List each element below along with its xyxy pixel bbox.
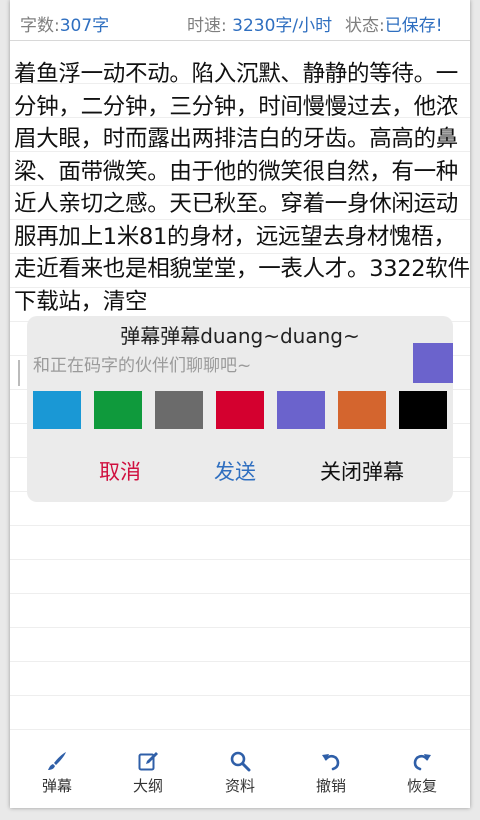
danmu-dialog: 弹幕弹幕duang~duang~ 取消 发送 关闭弹幕 (27, 316, 453, 502)
color-swatch-black[interactable] (399, 391, 447, 429)
send-button[interactable]: 发送 (214, 456, 256, 486)
brush-icon (48, 752, 66, 770)
typing-speed: 时速: 3230字/小时 (187, 11, 332, 36)
color-swatches (33, 391, 453, 429)
toolbar-materials-label: 资料 (224, 777, 255, 795)
toolbar-danmu-button[interactable]: 弹幕 (22, 750, 92, 804)
color-swatch-purple[interactable] (277, 391, 325, 429)
toolbar-redo-label: 恢复 (406, 777, 437, 795)
save-status: 状态:已保存! (345, 11, 443, 36)
word-count-value: 307字 (59, 16, 110, 36)
toolbar-danmu-label: 弹幕 (41, 777, 72, 795)
text-caret (18, 360, 20, 386)
save-status-value: 已保存! (384, 16, 443, 36)
undo-icon (322, 754, 340, 771)
editor-text-area[interactable]: 着鱼浮一动不动。陷入沉默、静静的等待。一分钟，二分钟，三分钟，时间慢慢过去，他浓… (14, 58, 470, 328)
color-swatch-gray[interactable] (155, 391, 203, 429)
close-danmu-button[interactable]: 关闭弹幕 (320, 456, 404, 486)
status-bar: 字数:307字 时速: 3230字/小时 状态:已保存! (10, 0, 470, 41)
toolbar-undo-button[interactable]: 撤销 (296, 750, 366, 804)
save-status-label: 状态: (345, 16, 385, 36)
search-icon (230, 751, 251, 772)
toolbar-outline-label: 大纲 (132, 777, 163, 795)
edit-icon (138, 752, 158, 771)
color-swatch-orange[interactable] (338, 391, 386, 429)
color-swatch-blue[interactable] (33, 391, 81, 429)
cancel-button[interactable]: 取消 (99, 456, 141, 486)
toolbar-undo-label: 撤销 (315, 777, 346, 795)
word-count-label: 字数: (20, 16, 60, 36)
toolbar-materials-button[interactable]: 资料 (205, 750, 275, 804)
toolbar-outline-button[interactable]: 大纲 (113, 750, 183, 804)
typing-speed-value: 3230字/小时 (232, 16, 333, 36)
selected-color-preview (413, 343, 453, 383)
danmu-message-input[interactable] (33, 350, 403, 382)
danmu-title: 弹幕弹幕duang~duang~ (120, 324, 360, 348)
bottom-toolbar: 弹幕 大纲 资料 撤销 恢复 (10, 746, 470, 808)
typing-speed-label: 时速: (187, 16, 233, 36)
redo-icon (413, 754, 431, 771)
color-swatch-red[interactable] (216, 391, 264, 429)
color-swatch-green[interactable] (94, 391, 142, 429)
word-count: 字数:307字 (20, 11, 109, 36)
toolbar-redo-button[interactable]: 恢复 (387, 750, 457, 804)
